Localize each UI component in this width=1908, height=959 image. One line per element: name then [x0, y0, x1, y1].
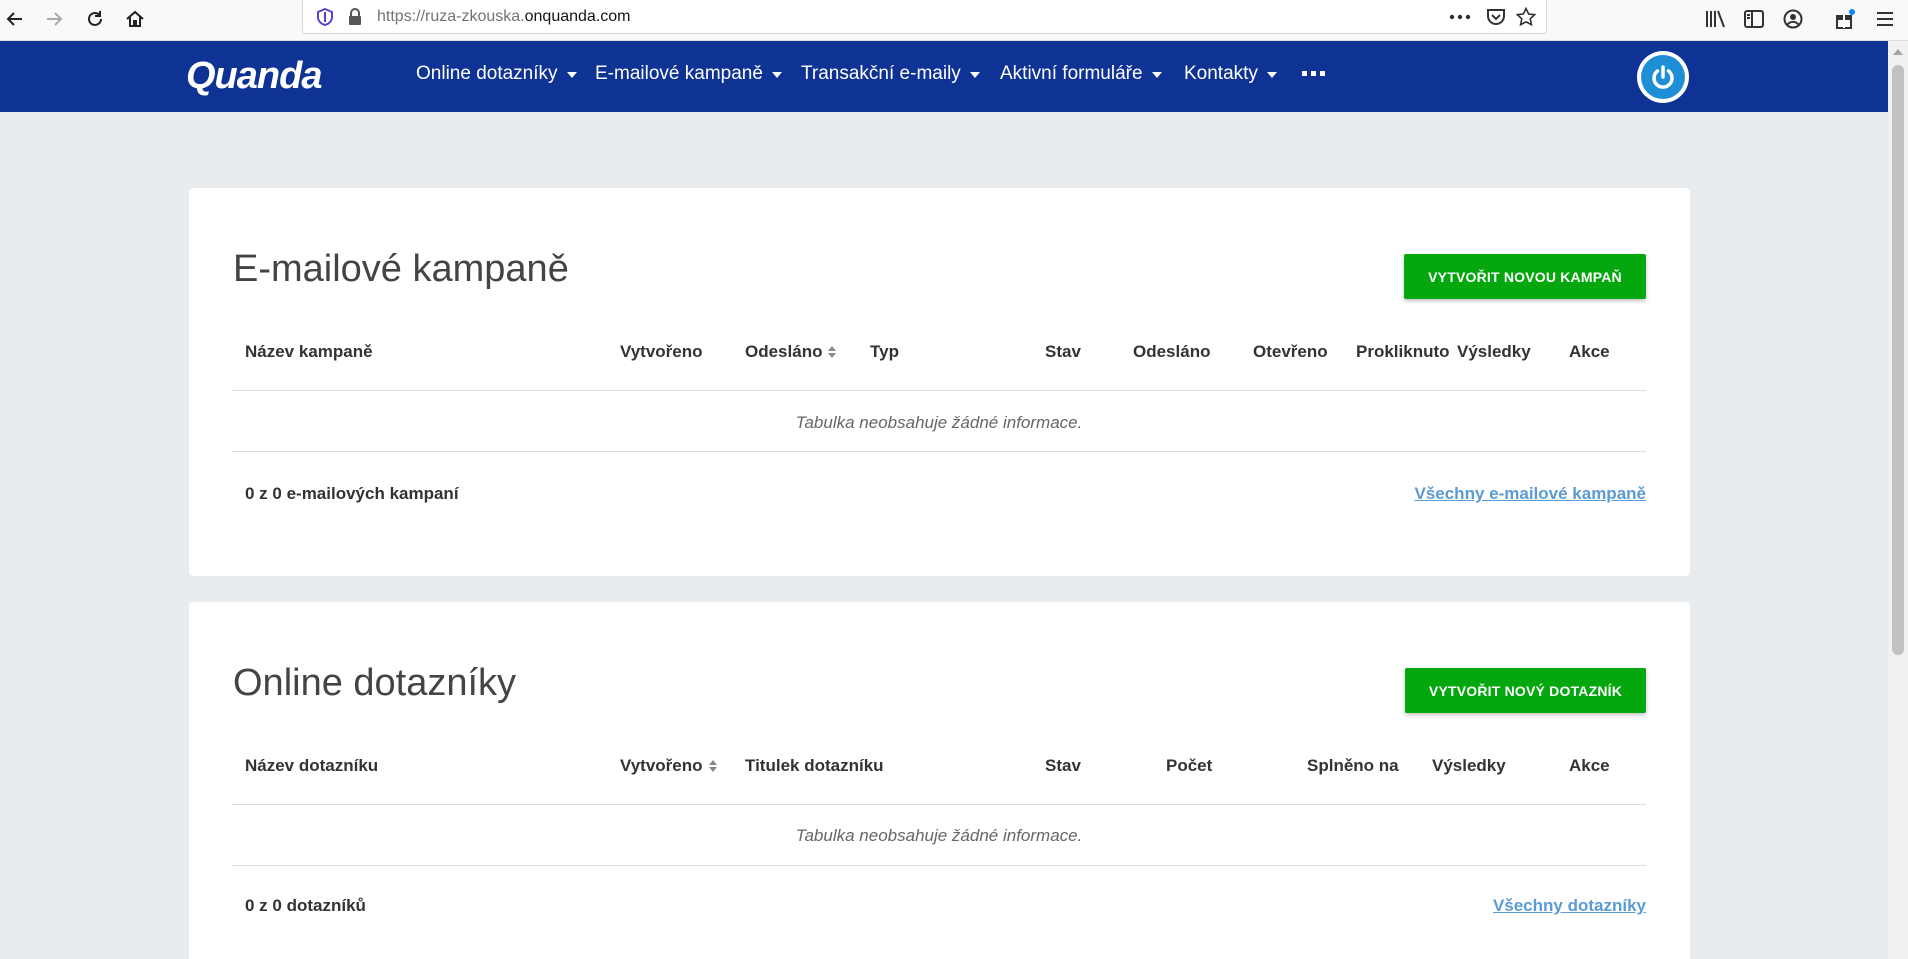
- nav-item-label: E-mailové kampaně: [595, 63, 763, 84]
- nav-item-aktivni-formulare[interactable]: Aktivní formuláře: [1000, 63, 1162, 85]
- url-bar[interactable]: https://ruza-zkouska.onquanda.com: [302, 0, 1547, 34]
- caret-down-icon: [771, 72, 782, 78]
- more-menu-icon[interactable]: [1302, 71, 1325, 76]
- campaigns-count: 0 z 0 e-mailových kampaní: [245, 484, 459, 503]
- nav-item-emailove-kampane[interactable]: E-mailové kampaně: [595, 63, 782, 85]
- nav-item-label: Aktivní formuláře: [1000, 63, 1143, 84]
- col-header-titulek-dotazniku[interactable]: Titulek dotazníku: [745, 756, 884, 776]
- col-header-nazev-dotazniku[interactable]: Název dotazníku: [245, 756, 378, 776]
- col-header-otevreno[interactable]: Otevřeno: [1253, 342, 1328, 362]
- nav-item-kontakty[interactable]: Kontakty: [1184, 63, 1277, 85]
- campaigns-title: E-mailové kampaně: [233, 248, 569, 290]
- scroll-up-icon[interactable]: [1893, 49, 1903, 55]
- col-header-stav[interactable]: Stav: [1045, 756, 1081, 776]
- caret-down-icon: [1266, 72, 1277, 78]
- nav-item-online-dotazniky[interactable]: Online dotazníky: [416, 63, 577, 85]
- lock-icon[interactable]: [343, 5, 367, 29]
- col-header-typ[interactable]: Typ: [870, 342, 899, 362]
- url-text[interactable]: https://ruza-zkouska.onquanda.com: [377, 8, 630, 26]
- menu-icon[interactable]: [1870, 4, 1900, 34]
- caret-down-icon: [969, 72, 980, 78]
- table-divider: [232, 865, 1646, 866]
- col-header-label: Vytvořeno: [620, 756, 703, 775]
- col-header-odeslano[interactable]: Odesláno: [1133, 342, 1210, 362]
- col-header-vysledky[interactable]: Výsledky: [1457, 342, 1531, 362]
- sort-icon: [828, 346, 837, 358]
- nav-item-label: Kontakty: [1184, 63, 1258, 84]
- create-survey-button[interactable]: VYTVOŘIT NOVÝ DOTAZNÍK: [1405, 668, 1646, 713]
- nav-item-transakcni-emaily[interactable]: Transakční e-maily: [801, 63, 980, 85]
- caret-down-icon: [566, 72, 577, 78]
- home-icon[interactable]: [120, 4, 150, 34]
- surveys-card: Online dotazníky VYTVOŘIT NOVÝ DOTAZNÍK …: [189, 602, 1690, 959]
- col-header-prokliknuto[interactable]: Prokliknuto: [1356, 342, 1450, 362]
- reload-icon[interactable]: [80, 4, 110, 34]
- nav-item-label: Online dotazníky: [416, 63, 558, 84]
- pocket-icon[interactable]: [1484, 5, 1508, 29]
- table-divider: [232, 804, 1646, 805]
- page-scrollbar[interactable]: [1888, 41, 1908, 959]
- surveys-title: Online dotazníky: [233, 662, 517, 704]
- col-header-splneno-na[interactable]: Splněno na: [1307, 756, 1399, 776]
- page-actions-icon[interactable]: [1448, 5, 1472, 29]
- col-header-stav[interactable]: Stav: [1045, 342, 1081, 362]
- forward-icon[interactable]: [39, 4, 69, 34]
- col-header-nazev-kampane[interactable]: Název kampaně: [245, 342, 373, 362]
- campaigns-card: E-mailové kampaně VYTVOŘIT NOVOU KAMPAŇ …: [189, 188, 1690, 576]
- scroll-thumb[interactable]: [1892, 65, 1904, 655]
- col-header-odeslano-sort[interactable]: Odesláno: [745, 342, 837, 362]
- table-divider: [232, 451, 1646, 452]
- caret-down-icon: [1151, 72, 1162, 78]
- logout-button[interactable]: [1637, 51, 1689, 103]
- col-header-akce[interactable]: Akce: [1569, 756, 1610, 776]
- all-campaigns-link[interactable]: Všechny e-mailové kampaně: [1414, 484, 1646, 504]
- gift-icon[interactable]: [1830, 4, 1860, 34]
- surveys-count: 0 z 0 dotazníků: [245, 896, 366, 915]
- sort-icon: [708, 760, 717, 772]
- bookmark-star-icon[interactable]: [1514, 5, 1538, 29]
- quanda-logo[interactable]: Quanda: [186, 55, 322, 98]
- library-icon[interactable]: [1700, 4, 1730, 34]
- col-header-vysledky[interactable]: Výsledky: [1432, 756, 1506, 776]
- tracking-shield-icon[interactable]: [313, 5, 337, 29]
- all-surveys-link[interactable]: Všechny dotazníky: [1493, 896, 1646, 916]
- nav-item-label: Transakční e-maily: [801, 63, 961, 84]
- power-icon: [1641, 55, 1685, 99]
- back-icon[interactable]: [0, 4, 30, 34]
- col-header-vytvoreno[interactable]: Vytvořeno: [620, 342, 703, 362]
- account-icon[interactable]: [1778, 4, 1808, 34]
- col-header-akce[interactable]: Akce: [1569, 342, 1610, 362]
- browser-toolbar: https://ruza-zkouska.onquanda.com: [0, 0, 1908, 41]
- col-header-pocet[interactable]: Počet: [1166, 756, 1212, 776]
- col-header-vytvoreno-sort[interactable]: Vytvořeno: [620, 756, 717, 776]
- table-divider: [232, 390, 1646, 391]
- col-header-label: Odesláno: [745, 342, 823, 361]
- sidebar-icon[interactable]: [1739, 4, 1769, 34]
- empty-table-message: Tabulka neobsahuje žádné informace.: [795, 826, 1083, 845]
- create-campaign-button[interactable]: VYTVOŘIT NOVOU KAMPAŇ: [1404, 254, 1646, 299]
- app-navbar: Quanda Online dotazníky E-mailové kampan…: [0, 41, 1888, 112]
- empty-table-message: Tabulka neobsahuje žádné informace.: [795, 413, 1083, 432]
